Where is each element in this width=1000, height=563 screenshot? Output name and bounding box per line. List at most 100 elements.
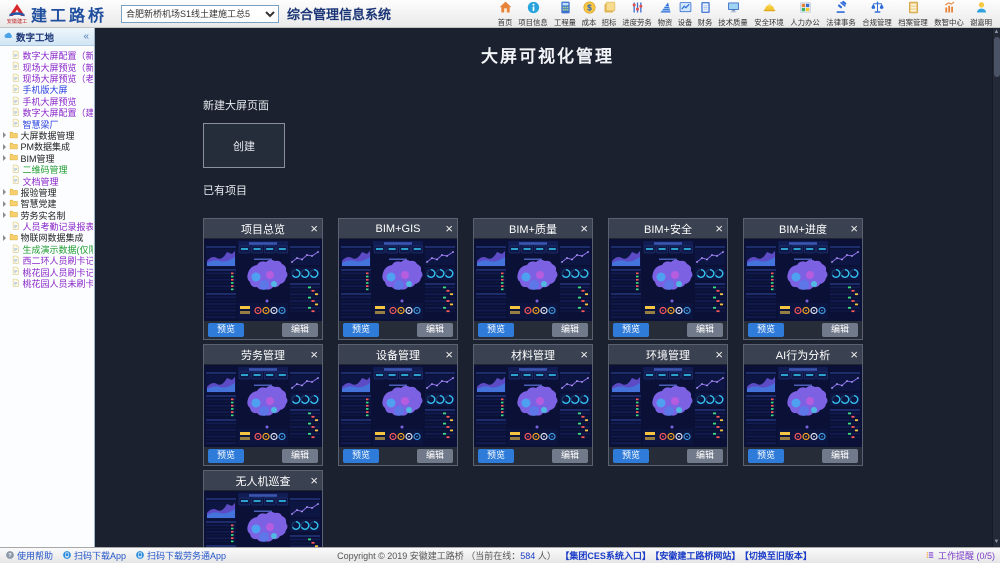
nav-item-info[interactable]: 项目信息 (515, 0, 551, 28)
sidebar-item[interactable]: 智慧梁厂 (1, 118, 93, 129)
edit-button[interactable]: 编辑 (552, 323, 588, 337)
expand-arrow-icon[interactable] (3, 144, 6, 150)
sidebar-item[interactable]: 西二环人员刷卡记录报表 (1, 255, 93, 266)
edit-button[interactable]: 编辑 (822, 323, 858, 337)
nav-item-people-grid[interactable]: 人力办公 (787, 0, 823, 28)
nav-item-cabinet[interactable]: 档案管理 (895, 0, 931, 28)
close-icon[interactable]: × (850, 219, 858, 238)
sidebar-item[interactable]: 智慧党建 (1, 198, 93, 209)
edit-button[interactable]: 编辑 (282, 449, 318, 463)
nav-item-sliders[interactable]: 进度劳务 (619, 0, 655, 28)
nav-item-documents[interactable]: 招标 (599, 0, 619, 28)
nav-item-bar-chart[interactable]: 数智中心 (931, 0, 967, 28)
nav-item-notebook[interactable]: 财务 (695, 0, 715, 28)
sidebar-item[interactable]: 文档管理 (1, 175, 93, 186)
collapse-sidebar-button[interactable]: « (83, 31, 91, 42)
close-icon[interactable]: × (310, 219, 318, 238)
dashboard-thumbnail[interactable] (204, 365, 322, 447)
dashboard-thumbnail[interactable] (474, 239, 592, 321)
expand-arrow-icon[interactable] (3, 201, 6, 207)
footer-bracket-link[interactable]: 【集团CES系统入口】 (560, 551, 651, 561)
close-icon[interactable]: × (580, 345, 588, 364)
dashboard-thumbnail[interactable] (339, 239, 457, 321)
scroll-down-icon[interactable]: ▼ (994, 538, 1000, 547)
preview-button[interactable]: 预览 (343, 449, 379, 463)
dashboard-thumbnail[interactable] (339, 365, 457, 447)
edit-button[interactable]: 编辑 (282, 323, 318, 337)
close-icon[interactable]: × (310, 345, 318, 364)
preview-button[interactable]: 预览 (208, 323, 244, 337)
dashboard-thumbnail[interactable] (204, 491, 322, 547)
expand-arrow-icon[interactable] (3, 189, 6, 195)
nav-item-chart-triangle[interactable]: 物资 (655, 0, 675, 28)
expand-arrow-icon[interactable] (3, 132, 6, 138)
sidebar-item[interactable]: 桃花园人员刷卡记录报表 (1, 266, 93, 277)
sidebar-item[interactable]: 桃花园人员未刷卡记录报表 (1, 278, 93, 289)
expand-arrow-icon[interactable] (3, 155, 6, 161)
scrollbar[interactable]: ▲ ▼ (992, 28, 1000, 547)
sidebar-item[interactable]: 大屏数据管理 (1, 130, 93, 141)
expand-arrow-icon[interactable] (3, 235, 6, 241)
preview-button[interactable]: 预览 (343, 323, 379, 337)
scroll-up-icon[interactable]: ▲ (994, 28, 1000, 37)
sidebar-item[interactable]: 物联网数据集成 (1, 232, 93, 243)
close-icon[interactable]: × (715, 219, 723, 238)
create-button[interactable]: 创建 (203, 123, 285, 168)
nav-item-desktop[interactable]: 技术质量 (715, 0, 751, 28)
dashboard-thumbnail[interactable] (204, 239, 322, 321)
edit-button[interactable]: 编辑 (552, 449, 588, 463)
edit-button[interactable]: 编辑 (417, 323, 453, 337)
close-icon[interactable]: × (580, 219, 588, 238)
user-menu[interactable]: 谢嘉明 (967, 0, 995, 28)
close-icon[interactable]: × (850, 345, 858, 364)
sidebar-item[interactable]: 人员考勤记录报表 (1, 221, 93, 232)
footer-bracket-link[interactable]: 【安徽建工路桥网站】 (655, 551, 741, 561)
dashboard-thumbnail[interactable] (744, 365, 862, 447)
preview-button[interactable]: 预览 (478, 323, 514, 337)
nav-item-hardhat[interactable]: 安全环境 (751, 0, 787, 28)
footer-link-qr-app[interactable]: 扫码下载App (62, 549, 126, 562)
scroll-thumb[interactable] (994, 37, 1000, 77)
nav-item-calculator[interactable]: 工程量 (551, 0, 579, 28)
nav-item-scales[interactable]: 合规管理 (859, 0, 895, 28)
footer-bracket-link[interactable]: 【切换至旧版本】 (744, 551, 812, 561)
sidebar-item[interactable]: 二维码管理 (1, 164, 93, 175)
sidebar-item[interactable]: 现场大屏预览（老版大屏） (1, 73, 93, 84)
preview-button[interactable]: 预览 (613, 449, 649, 463)
sidebar-item[interactable]: 生成演示数据(仅限系统管理) (1, 244, 93, 255)
project-select[interactable]: 合肥新桥机场S1线土建施工总5 (121, 5, 279, 23)
sidebar-item[interactable]: 现场大屏预览（新版大屏） (1, 61, 93, 72)
nav-item-gavel[interactable]: 法律事务 (823, 0, 859, 28)
close-icon[interactable]: × (715, 345, 723, 364)
close-icon[interactable]: × (310, 471, 318, 490)
work-reminder[interactable]: 工作提醒 (0/5) (925, 549, 995, 562)
sidebar-item[interactable]: 数字大屏配置（新版大屏） (1, 50, 93, 61)
preview-button[interactable]: 预览 (478, 449, 514, 463)
dashboard-thumbnail[interactable] (609, 239, 727, 321)
edit-button[interactable]: 编辑 (417, 449, 453, 463)
footer-link-help[interactable]: ?使用帮助 (5, 549, 53, 562)
dashboard-thumbnail[interactable] (609, 365, 727, 447)
sidebar-item[interactable]: 报验管理 (1, 187, 93, 198)
preview-button[interactable]: 预览 (613, 323, 649, 337)
footer-link-qr-app[interactable]: 扫码下载劳务通App (135, 549, 226, 562)
dashboard-thumbnail[interactable] (744, 239, 862, 321)
edit-button[interactable]: 编辑 (822, 449, 858, 463)
nav-item-home[interactable]: 首页 (495, 0, 515, 28)
close-icon[interactable]: × (445, 219, 453, 238)
close-icon[interactable]: × (445, 345, 453, 364)
edit-button[interactable]: 编辑 (687, 449, 723, 463)
sidebar-item[interactable]: 手机大屏预览 (1, 96, 93, 107)
preview-button[interactable]: 预览 (748, 323, 784, 337)
expand-arrow-icon[interactable] (3, 212, 6, 218)
dashboard-thumbnail[interactable] (474, 365, 592, 447)
sidebar-item[interactable]: 手机版大屏 (1, 84, 93, 95)
sidebar-item[interactable]: 数字大屏配置（建工） (1, 107, 93, 118)
edit-button[interactable]: 编辑 (687, 323, 723, 337)
sidebar-item[interactable]: BIM管理 (1, 153, 93, 164)
nav-item-coin[interactable]: $成本 (579, 0, 599, 28)
sidebar-item[interactable]: 劳务实名制 (1, 209, 93, 220)
preview-button[interactable]: 预览 (208, 449, 244, 463)
nav-item-monitor-chart[interactable]: 设备 (675, 0, 695, 28)
preview-button[interactable]: 预览 (748, 449, 784, 463)
